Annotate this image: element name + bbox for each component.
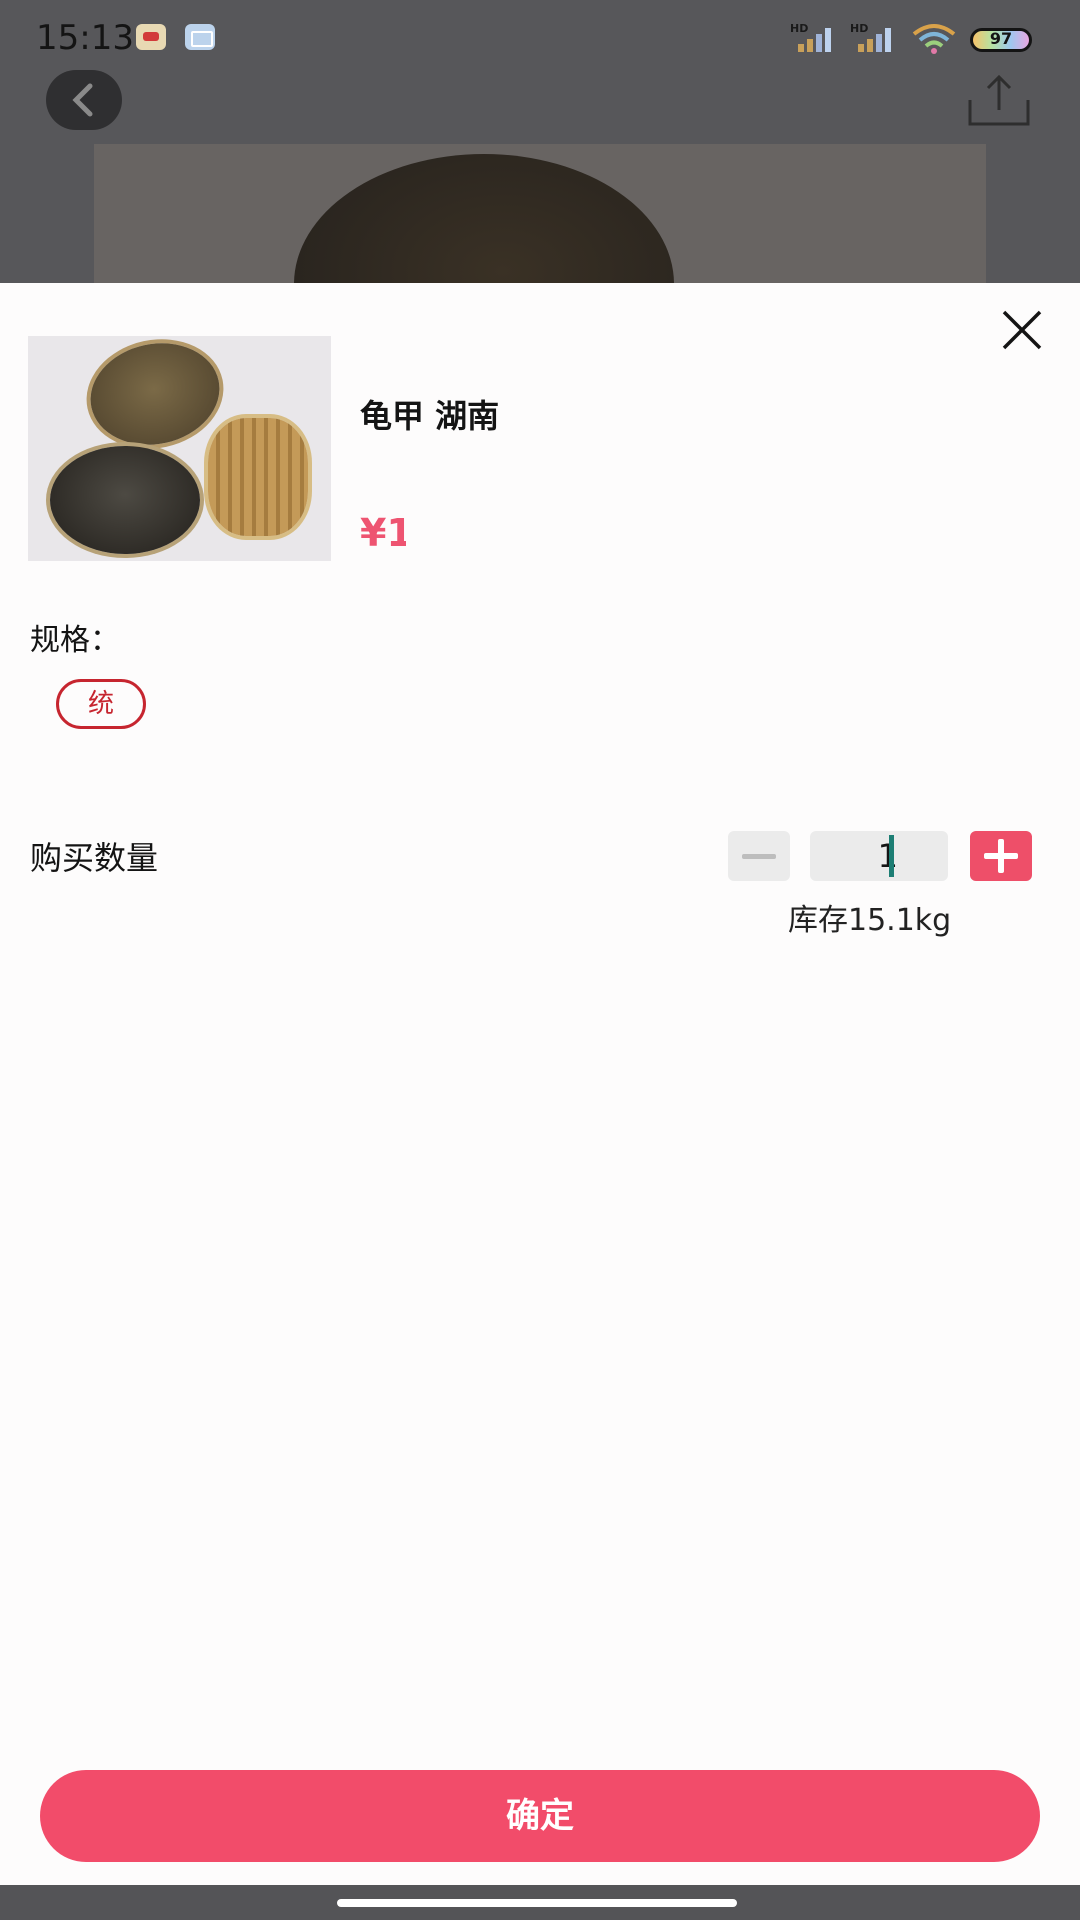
share-icon[interactable] [968,74,1030,126]
chevron-left-icon [72,83,93,117]
confirm-button[interactable]: 确定 [40,1770,1040,1862]
status-bar: 15:13 HD HD 97 [0,0,1080,76]
home-indicator[interactable] [337,1899,737,1907]
quantity-decrease-button[interactable] [728,831,790,881]
wifi-icon [912,24,956,54]
quantity-label: 购买数量 [30,839,159,877]
background-page: 15:13 HD HD 97 [0,0,1080,283]
product-hero-image [94,144,986,283]
text-cursor [889,835,894,877]
spec-label: 规格： [30,623,120,658]
spec-option-chip[interactable]: 统 [56,679,146,729]
price-redaction [406,513,474,561]
product-name: 龟甲 湖南 [360,397,500,435]
product-thumbnail [28,336,331,561]
mail-notification-icon [185,24,215,50]
signal-icon: HD [790,22,836,52]
close-icon[interactable] [1000,308,1044,352]
app-notification-icon [136,24,166,50]
sku-bottom-sheet: 龟甲 湖南 ¥1 .0 规格： 统 购买数量 1 库存15.1kg 确定 [0,283,1080,1885]
quantity-input[interactable]: 1 [810,831,948,881]
status-time: 15:13 [36,18,134,58]
stock-info: 库存15.1kg [788,903,952,938]
back-button[interactable] [46,70,122,130]
battery-icon: 97 [970,28,1032,52]
quantity-increase-button[interactable] [970,831,1032,881]
signal-icon: HD [850,22,896,52]
